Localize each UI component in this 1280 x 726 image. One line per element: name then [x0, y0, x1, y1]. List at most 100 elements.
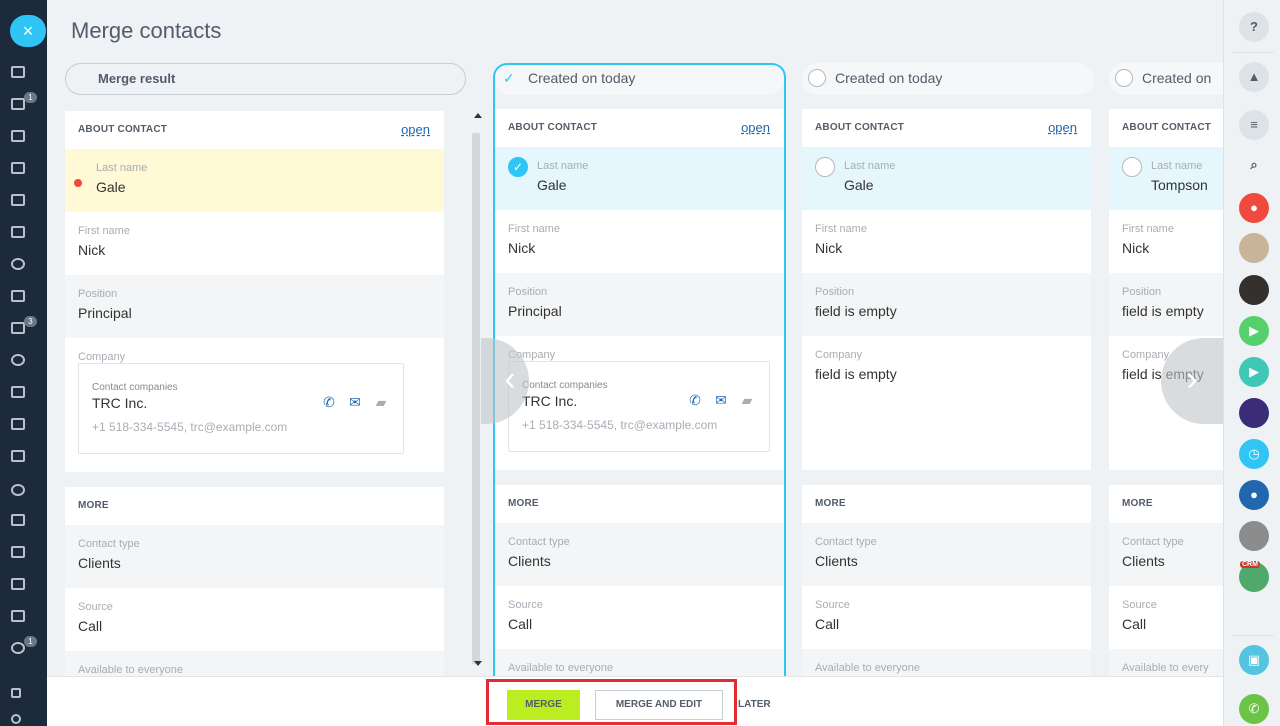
message-icon[interactable]: ▰: [372, 395, 390, 409]
clock-icon[interactable]: [11, 258, 27, 272]
more-card: MORE Contact type Clients Source Call Av…: [495, 485, 784, 676]
field-available[interactable]: Available to everyone: [495, 649, 784, 676]
merge-contacts-panel: Merge contacts Merge result ABOUT CONTAC…: [47, 0, 1223, 676]
timer-icon[interactable]: ◷: [1239, 439, 1269, 469]
merge-button[interactable]: MERGE: [507, 690, 580, 720]
about-contact-card: ABOUT CONTACT open Last name Gale First …: [65, 111, 444, 472]
contact-center-icon[interactable]: [11, 194, 27, 208]
field-contact-type[interactable]: Contact type Clients: [495, 523, 784, 586]
field-contact-type[interactable]: Contact type Clients: [65, 525, 444, 588]
more-card: MORE Contact type Clients Source Call Av…: [1109, 485, 1223, 676]
schedule-icon[interactable]: [11, 578, 27, 592]
selected-check-icon[interactable]: ✓: [508, 157, 528, 177]
scrollbar[interactable]: [472, 133, 480, 664]
field-position[interactable]: Position Principal: [65, 275, 444, 338]
video-call-icon[interactable]: ▶: [1239, 316, 1269, 346]
apps-icon[interactable]: [11, 418, 27, 432]
settings-icon[interactable]: [11, 714, 27, 726]
field-source[interactable]: Source Call: [802, 586, 1091, 649]
company-box: Contact companies TRC Inc. +1 518-334-55…: [78, 363, 404, 454]
column-header[interactable]: ✓ Created on today: [495, 63, 784, 95]
field-company[interactable]: Company Contact companies TRC Inc. +1 51…: [65, 338, 444, 472]
field-position[interactable]: Position field is empty: [802, 273, 1091, 336]
field-company[interactable]: Company field is empty: [802, 336, 1091, 470]
calendar-icon[interactable]: [11, 290, 27, 304]
field-last-name[interactable]: Last name Tompson: [1109, 147, 1223, 210]
open-link[interactable]: open: [1048, 109, 1077, 147]
group-chat-icon[interactable]: ●: [1239, 480, 1269, 510]
open-link[interactable]: open: [401, 111, 430, 149]
field-first-name[interactable]: First name Nick: [65, 212, 444, 275]
target-icon[interactable]: [11, 354, 27, 368]
field-last-name[interactable]: Last name Gale: [802, 147, 1091, 210]
field-available[interactable]: Available to everyone: [65, 651, 444, 676]
search-icon[interactable]: ⌕: [1239, 150, 1269, 180]
mail-icon[interactable]: ✉: [712, 393, 730, 407]
groups-icon[interactable]: [11, 162, 27, 176]
message-icon[interactable]: ▰: [738, 393, 756, 407]
select-radio[interactable]: [1122, 157, 1142, 177]
select-radio[interactable]: [808, 69, 826, 87]
later-button[interactable]: LATER: [738, 690, 771, 720]
video-conference-icon[interactable]: ▶: [1239, 357, 1269, 387]
cart-icon[interactable]: [11, 386, 27, 400]
call-icon[interactable]: ✆: [686, 393, 704, 407]
chat-icon[interactable]: [11, 130, 27, 144]
company-info: +1 518-334-5545, trc@example.com: [522, 418, 718, 432]
field-contact-type[interactable]: Contact type Clients: [1109, 523, 1223, 586]
mail-icon[interactable]: ✉: [346, 395, 364, 409]
field-source[interactable]: Source Call: [65, 588, 444, 651]
field-first-name[interactable]: First name Nick: [495, 210, 784, 273]
field-position[interactable]: Position field is empty: [1109, 273, 1223, 336]
call-icon[interactable]: ✆: [320, 395, 338, 409]
column-header[interactable]: Created on today: [802, 63, 1094, 95]
messenger-icon[interactable]: ≡: [1239, 110, 1269, 140]
sites-icon[interactable]: [11, 450, 27, 464]
select-radio[interactable]: [815, 157, 835, 177]
document-icon[interactable]: [11, 546, 27, 560]
field-available[interactable]: Available to everyone: [802, 649, 1091, 676]
copy-icon[interactable]: ▣: [1239, 645, 1269, 675]
merge-and-edit-button[interactable]: MERGE AND EDIT: [595, 690, 723, 720]
phone-call-icon[interactable]: ✆: [1239, 694, 1269, 724]
section-title: MORE: [78, 500, 109, 511]
field-last-name[interactable]: ✓ Last name Gale: [495, 147, 784, 210]
field-company[interactable]: Company Contact companies TRC Inc. +1 51…: [495, 336, 784, 470]
about-contact-card: ABOUT CONTACT open Last name Gale First …: [802, 109, 1091, 470]
select-radio[interactable]: [1115, 69, 1133, 87]
field-contact-type[interactable]: Contact type Clients: [802, 523, 1091, 586]
help-icon[interactable]: ?: [1239, 12, 1269, 42]
drive-icon[interactable]: [11, 226, 27, 240]
scroll-up-icon[interactable]: [474, 113, 482, 118]
tasks-badge: 1: [24, 92, 37, 103]
column-header[interactable]: Created on: [1109, 63, 1223, 95]
open-link[interactable]: open: [741, 109, 770, 147]
lock-icon[interactable]: ●: [1239, 193, 1269, 223]
feed-icon[interactable]: [11, 66, 27, 80]
section-title: ABOUT CONTACT open: [65, 111, 444, 149]
phone-icon[interactable]: [11, 484, 27, 498]
field-source[interactable]: Source Call: [1109, 586, 1223, 649]
left-sidebar: × 1 3 1: [0, 0, 47, 726]
sync-icon[interactable]: [11, 610, 27, 624]
field-last-name[interactable]: Last name Gale: [65, 149, 444, 212]
avatar[interactable]: [1239, 398, 1269, 428]
conflict-dot: [74, 179, 82, 187]
field-position[interactable]: Position Principal: [495, 273, 784, 336]
field-available[interactable]: Available to every: [1109, 649, 1223, 676]
field-first-name[interactable]: First name Nick: [1109, 210, 1223, 273]
field-first-name[interactable]: First name Nick: [802, 210, 1091, 273]
notifications-icon[interactable]: ▲: [1239, 62, 1269, 92]
close-button[interactable]: ×: [10, 15, 46, 47]
crm-badge: 3: [24, 316, 37, 327]
structure-icon[interactable]: [11, 688, 27, 702]
company-info: +1 518-334-5545, trc@example.com: [92, 420, 288, 434]
field-source[interactable]: Source Call: [495, 586, 784, 649]
scroll-down-icon[interactable]: [474, 661, 482, 666]
avatar[interactable]: [1239, 233, 1269, 263]
more-badge: 1: [24, 636, 37, 647]
avatar[interactable]: [1239, 275, 1269, 305]
inventory-icon[interactable]: [11, 514, 27, 528]
avatar[interactable]: [1239, 521, 1269, 551]
merge-result-header: Merge result: [65, 63, 466, 95]
